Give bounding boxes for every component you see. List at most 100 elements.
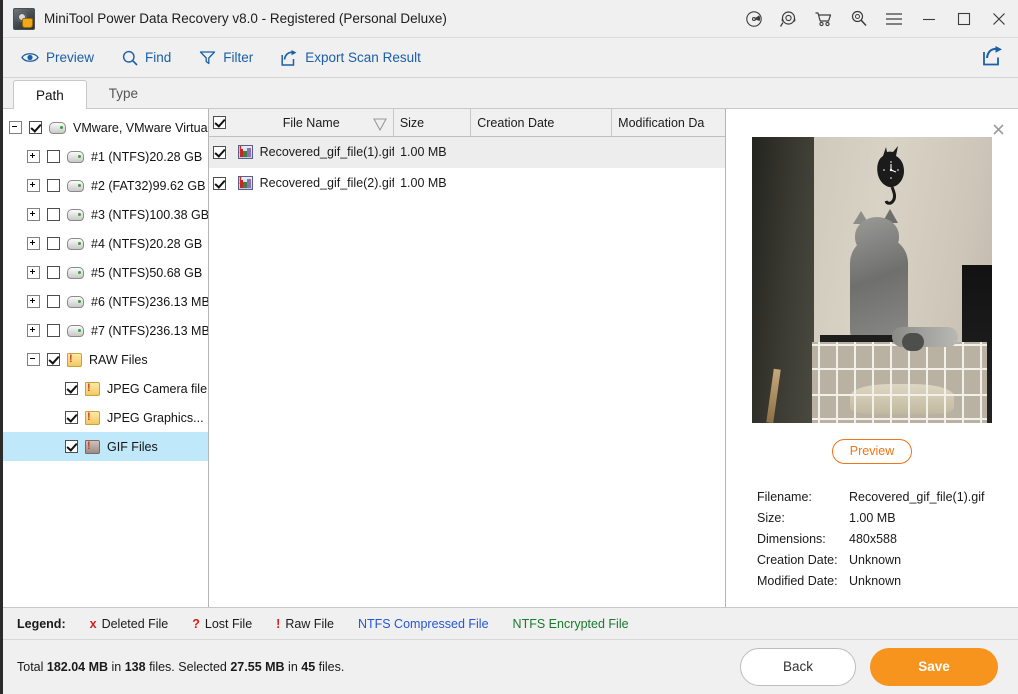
tree-node-jpeg-camera-file[interactable]: JPEG Camera file (3, 374, 208, 403)
select-all-header[interactable] (209, 109, 230, 136)
find-button[interactable]: Find (122, 50, 171, 66)
tree-node-partition-5[interactable]: #5 (NTFS)50.68 GB (3, 258, 208, 287)
tree-node-partition-7[interactable]: #7 (NTFS)236.13 MB (3, 316, 208, 345)
expand-icon[interactable] (27, 150, 40, 163)
device-tree-panel[interactable]: VMware, VMware Virtua... #1 (NTFS)20.28 … (3, 109, 209, 607)
tab-type[interactable]: Type (87, 79, 160, 108)
tree-checkbox[interactable] (47, 295, 60, 308)
row-checkbox[interactable] (212, 145, 226, 159)
drive-icon (67, 237, 84, 250)
export-scan-result-button[interactable]: Export Scan Result (281, 49, 421, 66)
raw-folder-gray-icon (85, 439, 100, 454)
window-title: MiniTool Power Data Recovery v8.0 - Regi… (44, 11, 447, 26)
hamburger-menu-icon[interactable] (876, 0, 911, 37)
tree-checkbox[interactable] (65, 382, 78, 395)
cat-wall-clock (874, 145, 908, 207)
tree-node-partition-3[interactable]: #3 (NTFS)100.38 GB (3, 200, 208, 229)
tree-node-gif-files[interactable]: GIF Files (3, 432, 208, 461)
save-button[interactable]: Save (870, 648, 998, 686)
legend-item-ntfs-encrypted-file: NTFS Encrypted File (513, 617, 629, 631)
back-button[interactable]: Back (740, 648, 856, 686)
preview-field-filename: Filename: Recovered_gif_file(1).gif (757, 486, 1018, 507)
status-mid-3: in (284, 660, 302, 674)
file-list-panel: File Name Size Creation Date Modificatio… (209, 109, 726, 607)
support-headset-icon[interactable] (771, 0, 806, 37)
expand-icon[interactable] (27, 208, 40, 221)
tree-node-label: RAW Files (89, 352, 148, 367)
expand-icon[interactable] (27, 324, 40, 337)
tree-checkbox[interactable] (47, 324, 60, 337)
disk-status-icon[interactable] (736, 0, 771, 37)
table-row[interactable]: ! Recovered_gif_file(1).gif 1.00 MB (209, 137, 725, 168)
legend-item-label: NTFS Compressed File (357, 616, 489, 631)
status-prefix: Total (17, 660, 47, 674)
tree-checkbox[interactable] (47, 150, 60, 163)
tree-node-jpeg-graphics[interactable]: JPEG Graphics... (3, 403, 208, 432)
select-all-checkbox[interactable] (212, 116, 226, 129)
tree-node-partition-2[interactable]: #2 (FAT32)99.62 GB (3, 171, 208, 200)
row-checkbox[interactable] (212, 176, 226, 190)
tree-checkbox[interactable] (47, 353, 60, 366)
column-header-size[interactable]: Size (394, 109, 472, 136)
tree-node-vmware[interactable]: VMware, VMware Virtua... (3, 113, 208, 142)
cat-photo-thumbnail (752, 137, 992, 423)
main-toolbar: Preview Find Filter Export Scan Result (3, 38, 1018, 78)
collapse-icon[interactable] (9, 121, 22, 134)
row-checkbox-cell[interactable] (209, 145, 230, 159)
shopping-cart-icon[interactable] (806, 0, 841, 37)
export-share-icon (281, 49, 298, 66)
tree-node-label: JPEG Graphics... (107, 410, 204, 425)
raw-file-mark-icon: ! (276, 616, 281, 631)
filter-button[interactable]: Filter (199, 50, 253, 65)
toolbar-share-button[interactable] (982, 46, 1004, 69)
title-bar: MiniTool Power Data Recovery v8.0 - Regi… (3, 0, 1018, 38)
tree-checkbox[interactable] (47, 179, 60, 192)
preview-field-label: Dimensions: (757, 531, 826, 546)
license-key-icon[interactable] (841, 0, 876, 37)
column-header-modification-date[interactable]: Modification Da (612, 109, 725, 136)
sort-descending-triangle-icon[interactable] (372, 118, 387, 131)
tab-path[interactable]: Path (13, 80, 87, 109)
preview-open-button[interactable]: Preview (832, 439, 912, 464)
legend-item-raw-file: ! Raw File (276, 617, 334, 631)
legend-item-label: Lost File (204, 616, 253, 631)
tree-node-partition-4[interactable]: #4 (NTFS)20.28 GB (3, 229, 208, 258)
tree-checkbox[interactable] (65, 440, 78, 453)
eye-icon (21, 51, 39, 64)
expand-icon[interactable] (27, 295, 40, 308)
column-header-creation-date[interactable]: Creation Date (471, 109, 613, 136)
expand-icon[interactable] (27, 266, 40, 279)
spacer-icon (47, 441, 58, 452)
tree-node-label: #5 (NTFS)50.68 GB (91, 265, 203, 280)
tree-node-raw-files[interactable]: RAW Files (3, 345, 208, 374)
tree-checkbox[interactable] (47, 266, 60, 279)
drive-icon (67, 295, 84, 308)
tree-node-partition-1[interactable]: #1 (NTFS)20.28 GB (3, 142, 208, 171)
expand-icon[interactable] (27, 237, 40, 250)
footer-bar: Total 182.04 MB in 138 files. Selected 2… (3, 639, 1018, 694)
tree-checkbox[interactable] (65, 411, 78, 424)
legend-item-label: NTFS Encrypted File (512, 616, 629, 631)
tab-strip: Path Type (3, 78, 1018, 109)
tree-node-label: VMware, VMware Virtua... (73, 120, 209, 135)
row-checkbox-cell[interactable] (209, 176, 230, 190)
spacer-icon (47, 412, 58, 423)
drive-icon (67, 150, 84, 163)
preview-button[interactable]: Preview (21, 50, 94, 65)
tree-checkbox[interactable] (29, 121, 42, 134)
tree-checkbox[interactable] (47, 208, 60, 221)
tree-node-partition-6[interactable]: #6 (NTFS)236.13 MB (3, 287, 208, 316)
expand-icon[interactable] (27, 179, 40, 192)
column-header-file-name[interactable]: File Name (230, 109, 394, 136)
funnel-icon (199, 50, 216, 65)
maximize-icon[interactable] (946, 0, 981, 37)
tree-checkbox[interactable] (47, 237, 60, 250)
close-preview-icon[interactable] (991, 123, 1005, 137)
row-file-name-cell: ! Recovered_gif_file(2).gif (230, 176, 394, 190)
collapse-icon[interactable] (27, 353, 40, 366)
close-icon[interactable] (981, 0, 1016, 37)
file-list-header: File Name Size Creation Date Modificatio… (209, 109, 725, 137)
tree-node-label: #2 (FAT32)99.62 GB (91, 178, 206, 193)
table-row[interactable]: ! Recovered_gif_file(2).gif 1.00 MB (209, 168, 725, 199)
minimize-icon[interactable] (911, 0, 946, 37)
